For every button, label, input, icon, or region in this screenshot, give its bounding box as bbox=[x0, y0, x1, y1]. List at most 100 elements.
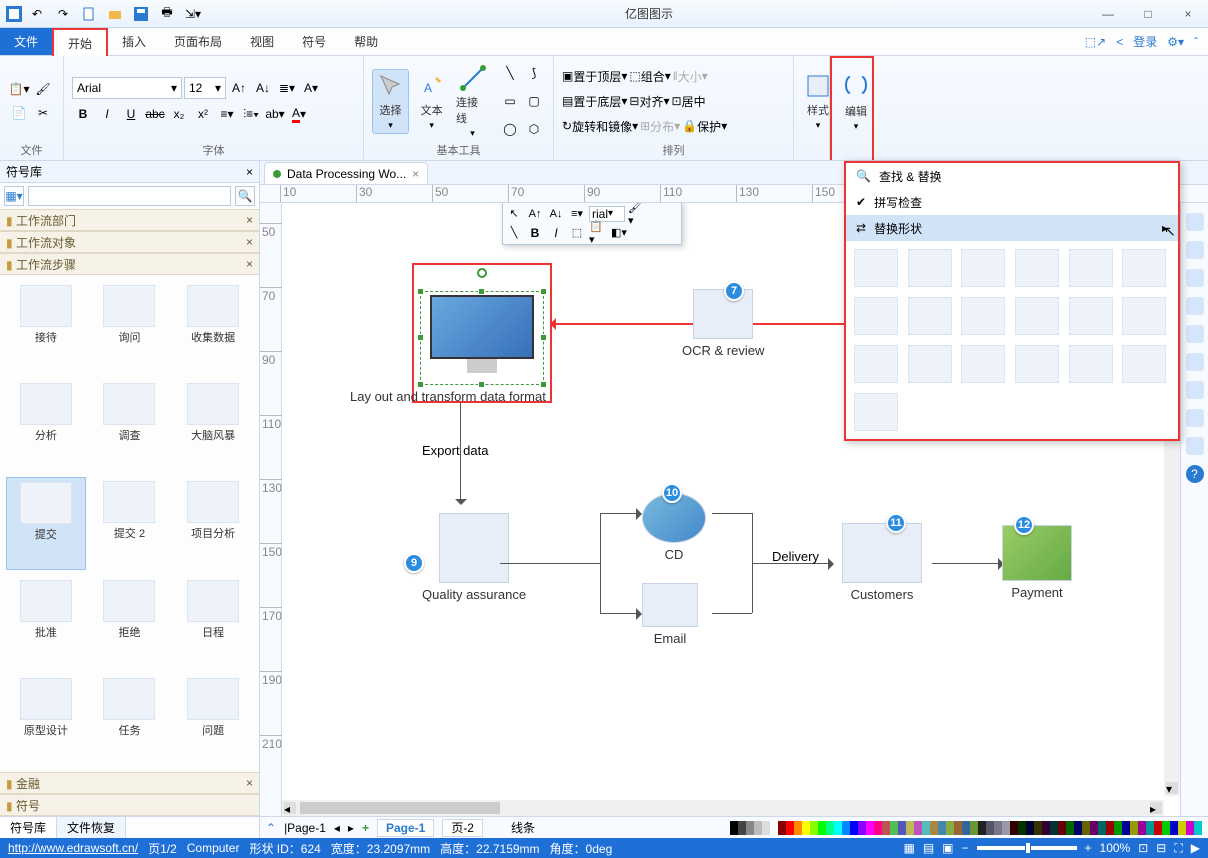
fit-width-icon[interactable]: ⊟ bbox=[1156, 841, 1166, 855]
node-cd[interactable]: 10 CD bbox=[642, 493, 706, 562]
find-replace-item[interactable]: 🔍查找 & 替换 bbox=[846, 163, 1178, 189]
prev-page-icon[interactable]: ◂ bbox=[334, 821, 340, 835]
shape-item[interactable]: 调查 bbox=[90, 379, 170, 471]
libcat-steps[interactable]: ▮ 工作流步骤× bbox=[0, 253, 259, 275]
rrect-shape-button[interactable]: ▢ bbox=[523, 90, 545, 112]
replace-shape-cell[interactable] bbox=[854, 345, 898, 383]
tab-insert[interactable]: 插入 bbox=[108, 28, 160, 55]
tab-start[interactable]: 开始 bbox=[52, 28, 108, 56]
ft-group-icon[interactable]: ⬚ bbox=[568, 224, 586, 242]
ft-copy-icon[interactable]: 📋▾ bbox=[589, 224, 607, 242]
cut-button[interactable]: ✂ bbox=[32, 102, 54, 124]
font-name-combo[interactable]: Arial▾ bbox=[72, 77, 182, 99]
tab-help[interactable]: 帮助 bbox=[340, 28, 392, 55]
maximize-button[interactable]: □ bbox=[1128, 0, 1168, 28]
shape-item[interactable]: 接待 bbox=[6, 281, 86, 373]
collapse-ribbon-icon[interactable]: ˆ bbox=[1194, 35, 1198, 49]
fontcolor-button[interactable]: A▾ bbox=[288, 103, 310, 125]
shape-item[interactable]: 询问 bbox=[90, 281, 170, 373]
scrollbar-horizontal[interactable]: ◂▸ bbox=[282, 800, 1164, 816]
ft-line-icon[interactable]: ╲ bbox=[505, 224, 523, 242]
ft-style-icon[interactable]: ◧▾ bbox=[610, 224, 628, 242]
bold-button[interactable]: B bbox=[72, 103, 94, 125]
zoom-out-icon[interactable]: − bbox=[962, 841, 969, 855]
ft-brush-icon[interactable]: 🖌▾ bbox=[628, 205, 646, 223]
tab-symbol[interactable]: 符号 bbox=[288, 28, 340, 55]
paste-button[interactable]: 📋▾ bbox=[8, 78, 30, 100]
libcat-symbol[interactable]: ▮ 符号 bbox=[0, 794, 259, 816]
replace-shape-cell[interactable] bbox=[1069, 345, 1113, 383]
replace-shape-cell[interactable] bbox=[854, 297, 898, 335]
view-mode-icon[interactable]: ▤ bbox=[923, 841, 934, 855]
ft-align[interactable]: ≡▾ bbox=[568, 205, 586, 223]
print-button[interactable]: 🖶 bbox=[156, 3, 178, 25]
italic-button[interactable]: I bbox=[96, 103, 118, 125]
replace-shape-cell[interactable] bbox=[1069, 297, 1113, 335]
color-swatch-bar[interactable] bbox=[730, 821, 1202, 835]
zoom-slider[interactable] bbox=[977, 846, 1077, 850]
shape-item[interactable]: 收集数据 bbox=[173, 281, 253, 373]
node-payment[interactable]: 12 Payment bbox=[1002, 525, 1072, 600]
highlight-button[interactable]: ab▾ bbox=[264, 103, 286, 125]
fit-page-icon[interactable]: ⊡ bbox=[1138, 841, 1148, 855]
strike-button[interactable]: abc bbox=[144, 103, 166, 125]
search-input[interactable] bbox=[28, 186, 231, 206]
shrink-font-button[interactable]: A↓ bbox=[252, 77, 274, 99]
superscript-button[interactable]: x² bbox=[192, 103, 214, 125]
oval-shape-button[interactable]: ◯ bbox=[499, 118, 521, 140]
fullscreen-icon[interactable]: ⛶ bbox=[1174, 841, 1182, 856]
rotate-handle[interactable] bbox=[477, 268, 487, 278]
selection-handles[interactable] bbox=[420, 291, 544, 385]
close-tab-icon[interactable]: × bbox=[412, 167, 419, 181]
share-icon[interactable]: ⬚↗ bbox=[1085, 35, 1106, 49]
replace-shape-cell[interactable] bbox=[1122, 249, 1166, 287]
shape-item[interactable]: 提交 2 bbox=[90, 477, 170, 571]
redo-button[interactable]: ↷ bbox=[52, 3, 74, 25]
new-button[interactable] bbox=[78, 3, 100, 25]
connector-tool[interactable]: 连接线▾ bbox=[454, 62, 491, 141]
tab-view[interactable]: 视图 bbox=[236, 28, 288, 55]
rail-icon[interactable] bbox=[1186, 241, 1204, 259]
rect-shape-button[interactable]: ▭ bbox=[499, 90, 521, 112]
node-qa[interactable]: 9 Quality assurance bbox=[422, 513, 526, 602]
ft-bold[interactable]: B bbox=[526, 224, 544, 242]
rotate-button[interactable]: ↻ 旋转和镜像▾ bbox=[562, 115, 638, 137]
numbering-button[interactable]: ⫶≡▾ bbox=[240, 103, 262, 125]
rail-icon[interactable] bbox=[1186, 437, 1204, 455]
copy-button[interactable]: 📄 bbox=[8, 102, 30, 124]
search-icon[interactable]: 🔍 bbox=[235, 186, 255, 206]
bullets-button[interactable]: ≣▾ bbox=[276, 77, 298, 99]
close-window-button[interactable]: × bbox=[1168, 0, 1208, 28]
align-button[interactable]: ⊟ 对齐▾ bbox=[629, 90, 669, 112]
bottomtab-shapelib[interactable]: 符号库 bbox=[0, 817, 57, 838]
shape-item[interactable]: 日程 bbox=[173, 576, 253, 668]
settings-gear-icon[interactable]: ⚙▾ bbox=[1167, 35, 1184, 49]
protect-button[interactable]: 🔒 保护▾ bbox=[682, 115, 727, 137]
bring-front-button[interactable]: ▣ 置于顶层▾ bbox=[562, 65, 627, 87]
edit-button[interactable]: 编辑▾ bbox=[840, 71, 872, 134]
undo-button[interactable]: ↶ bbox=[26, 3, 48, 25]
tab-file[interactable]: 文件 bbox=[0, 28, 52, 55]
rail-icon[interactable] bbox=[1186, 325, 1204, 343]
rail-icon[interactable] bbox=[1186, 297, 1204, 315]
brush-button[interactable]: 🖌 bbox=[32, 78, 54, 100]
rail-icon[interactable] bbox=[1186, 353, 1204, 371]
close-panel-icon[interactable]: × bbox=[246, 165, 253, 179]
replace-shape-cell[interactable] bbox=[1015, 249, 1059, 287]
replace-shape-cell[interactable] bbox=[1069, 249, 1113, 287]
send-back-button[interactable]: ▤ 置于底层▾ bbox=[562, 90, 627, 112]
ft-italic[interactable]: I bbox=[547, 224, 565, 242]
replace-shape-cell[interactable] bbox=[961, 297, 1005, 335]
shape-item[interactable]: 项目分析 bbox=[173, 477, 253, 571]
linespacing-button[interactable]: ≡▾ bbox=[216, 103, 238, 125]
shape-item[interactable]: 大脑风暴 bbox=[173, 379, 253, 471]
export-button[interactable]: ⇲▾ bbox=[182, 3, 204, 25]
center-button[interactable]: ⊡ 居中 bbox=[672, 90, 706, 112]
ft-cursor-icon[interactable]: ↖ bbox=[505, 205, 523, 223]
network-icon[interactable]: < bbox=[1116, 35, 1123, 49]
rail-icon[interactable] bbox=[1186, 409, 1204, 427]
replace-shape-cell[interactable] bbox=[961, 345, 1005, 383]
spellcheck-item[interactable]: ✔拼写检查 bbox=[846, 189, 1178, 215]
help-icon[interactable]: ? bbox=[1186, 465, 1204, 483]
underline-button[interactable]: U bbox=[120, 103, 142, 125]
